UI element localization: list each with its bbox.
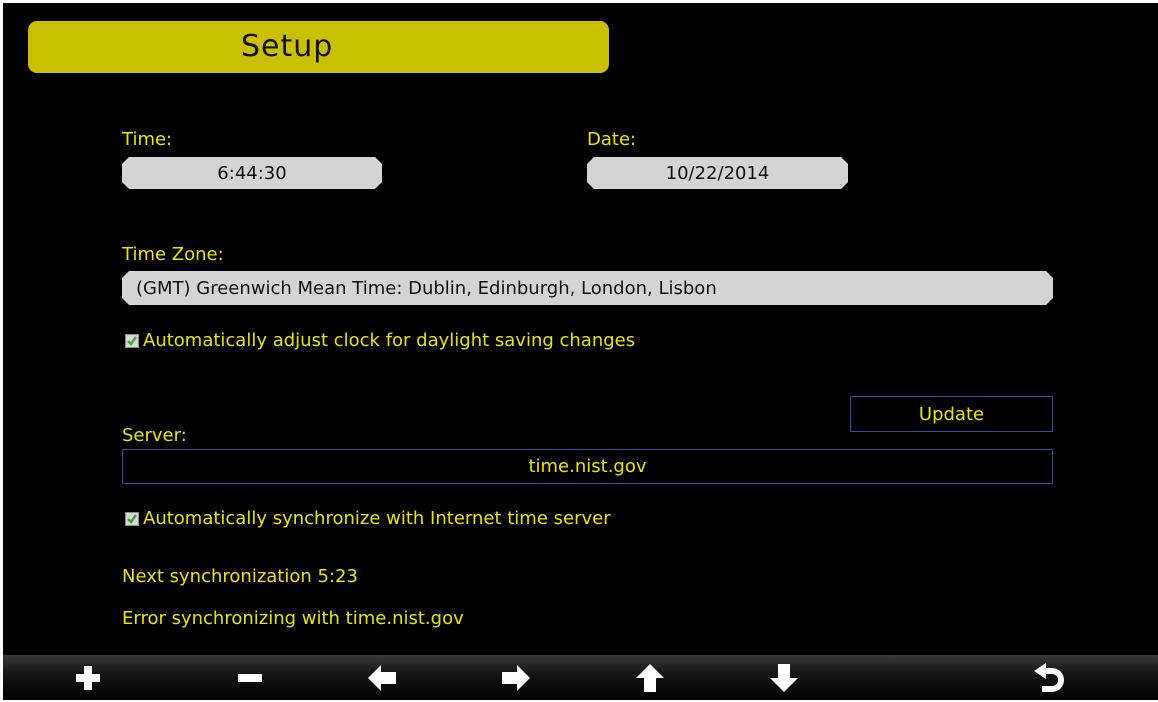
sync-checkbox-label[interactable]: Automatically synchronize with Internet … <box>143 508 611 529</box>
back-button[interactable] <box>1018 655 1078 700</box>
update-button-label: Update <box>918 403 985 425</box>
sync-error-status: Error synchronizing with time.nist.gov <box>122 608 464 629</box>
dst-checkbox[interactable] <box>125 334 139 348</box>
minus-icon <box>238 673 262 682</box>
page-title: Setup <box>241 29 334 64</box>
sync-checkbox[interactable] <box>125 512 139 526</box>
checkmark-icon <box>127 514 137 524</box>
right-button[interactable] <box>486 655 546 700</box>
time-value: 6:44:30 <box>217 162 287 184</box>
timezone-select[interactable]: (GMT) Greenwich Mean Time: Dublin, Edinb… <box>122 271 1053 305</box>
bottom-toolbar <box>3 655 1158 700</box>
date-field[interactable]: 10/22/2014 <box>587 157 848 189</box>
timezone-value: (GMT) Greenwich Mean Time: Dublin, Edinb… <box>136 277 717 299</box>
update-button[interactable]: Update <box>850 396 1053 432</box>
server-label: Server: <box>122 425 187 446</box>
left-button[interactable] <box>352 655 412 700</box>
up-button[interactable] <box>620 655 680 700</box>
server-value: time.nist.gov <box>528 456 647 477</box>
arrow-left-icon <box>368 664 396 691</box>
time-field[interactable]: 6:44:30 <box>122 157 382 189</box>
plus-icon <box>76 665 100 690</box>
checkmark-icon <box>127 336 137 346</box>
date-label: Date: <box>587 129 637 150</box>
plus-button[interactable] <box>58 655 118 700</box>
arrow-right-icon <box>502 664 530 691</box>
arrow-up-icon <box>636 663 664 692</box>
server-input[interactable]: time.nist.gov <box>122 449 1053 484</box>
minus-button[interactable] <box>220 655 280 700</box>
down-button[interactable] <box>754 655 814 700</box>
arrow-down-icon <box>770 663 798 692</box>
return-icon <box>1034 662 1064 692</box>
date-value: 10/22/2014 <box>665 162 770 184</box>
next-sync-status: Next synchronization 5:23 <box>122 566 358 587</box>
dst-checkbox-label[interactable]: Automatically adjust clock for daylight … <box>143 330 635 351</box>
timezone-label: Time Zone: <box>122 244 224 265</box>
title-bar: Setup <box>28 21 609 73</box>
time-label: Time: <box>122 129 173 150</box>
setup-screen: Setup Time: 6:44:30 Date: 10/22/2014 Tim… <box>3 3 1158 700</box>
